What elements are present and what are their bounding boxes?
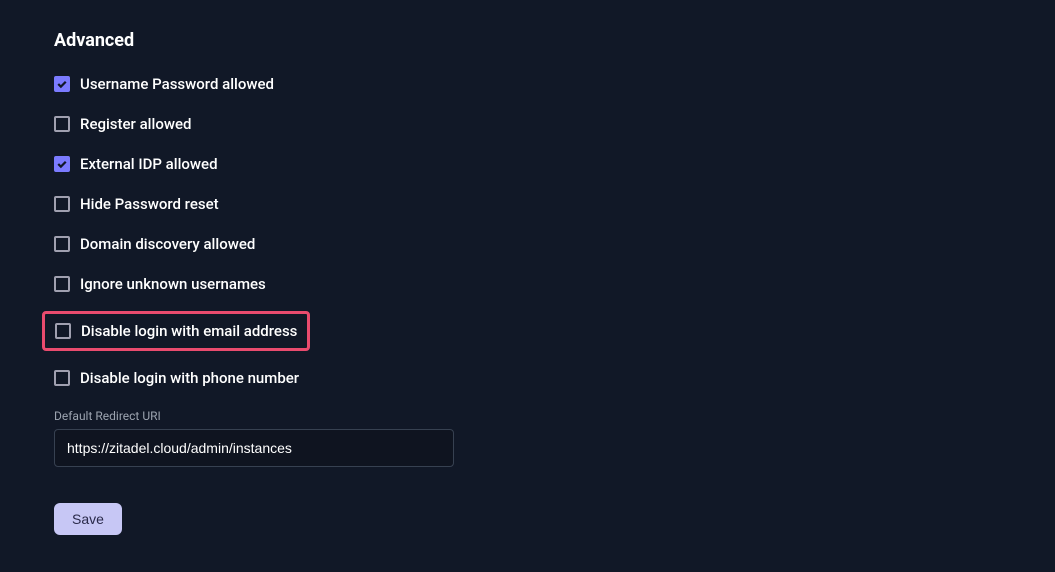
checkbox-icon [55,323,71,339]
checkbox-label: Disable login with phone number [80,369,299,387]
section-title: Advanced [54,30,1001,51]
checkbox-icon [54,236,70,252]
checkbox-disable-login-phone[interactable]: Disable login with phone number [54,369,299,387]
checkbox-ignore-unknown-usernames[interactable]: Ignore unknown usernames [54,275,266,293]
checkbox-icon [54,116,70,132]
checkbox-label: Register allowed [80,115,191,133]
checkbox-label: External IDP allowed [80,155,218,173]
checkbox-domain-discovery-allowed[interactable]: Domain discovery allowed [54,235,255,253]
checkbox-register-allowed[interactable]: Register allowed [54,115,191,133]
checkbox-username-password-allowed[interactable]: Username Password allowed [54,75,274,93]
checkbox-label: Ignore unknown usernames [80,275,266,293]
checkbox-icon [54,76,70,92]
checkbox-icon [54,156,70,172]
checkbox-label: Hide Password reset [80,195,219,213]
checkbox-label: Disable login with email address [81,322,297,340]
checkbox-label: Username Password allowed [80,75,274,93]
highlight-disable-email-login: Disable login with email address [42,311,310,351]
checkbox-icon [54,276,70,292]
checkbox-hide-password-reset[interactable]: Hide Password reset [54,195,219,213]
checkbox-icon [54,196,70,212]
checkbox-external-idp-allowed[interactable]: External IDP allowed [54,155,218,173]
checkbox-icon [54,370,70,386]
save-button[interactable]: Save [54,503,122,535]
field-default-redirect-uri: Default Redirect URI [54,409,1001,467]
checkbox-label: Domain discovery allowed [80,235,255,253]
field-label: Default Redirect URI [54,409,1001,423]
checkbox-list: Username Password allowed Register allow… [54,75,1001,387]
checkbox-disable-login-email[interactable]: Disable login with email address [55,322,297,340]
default-redirect-uri-input[interactable] [54,429,454,467]
